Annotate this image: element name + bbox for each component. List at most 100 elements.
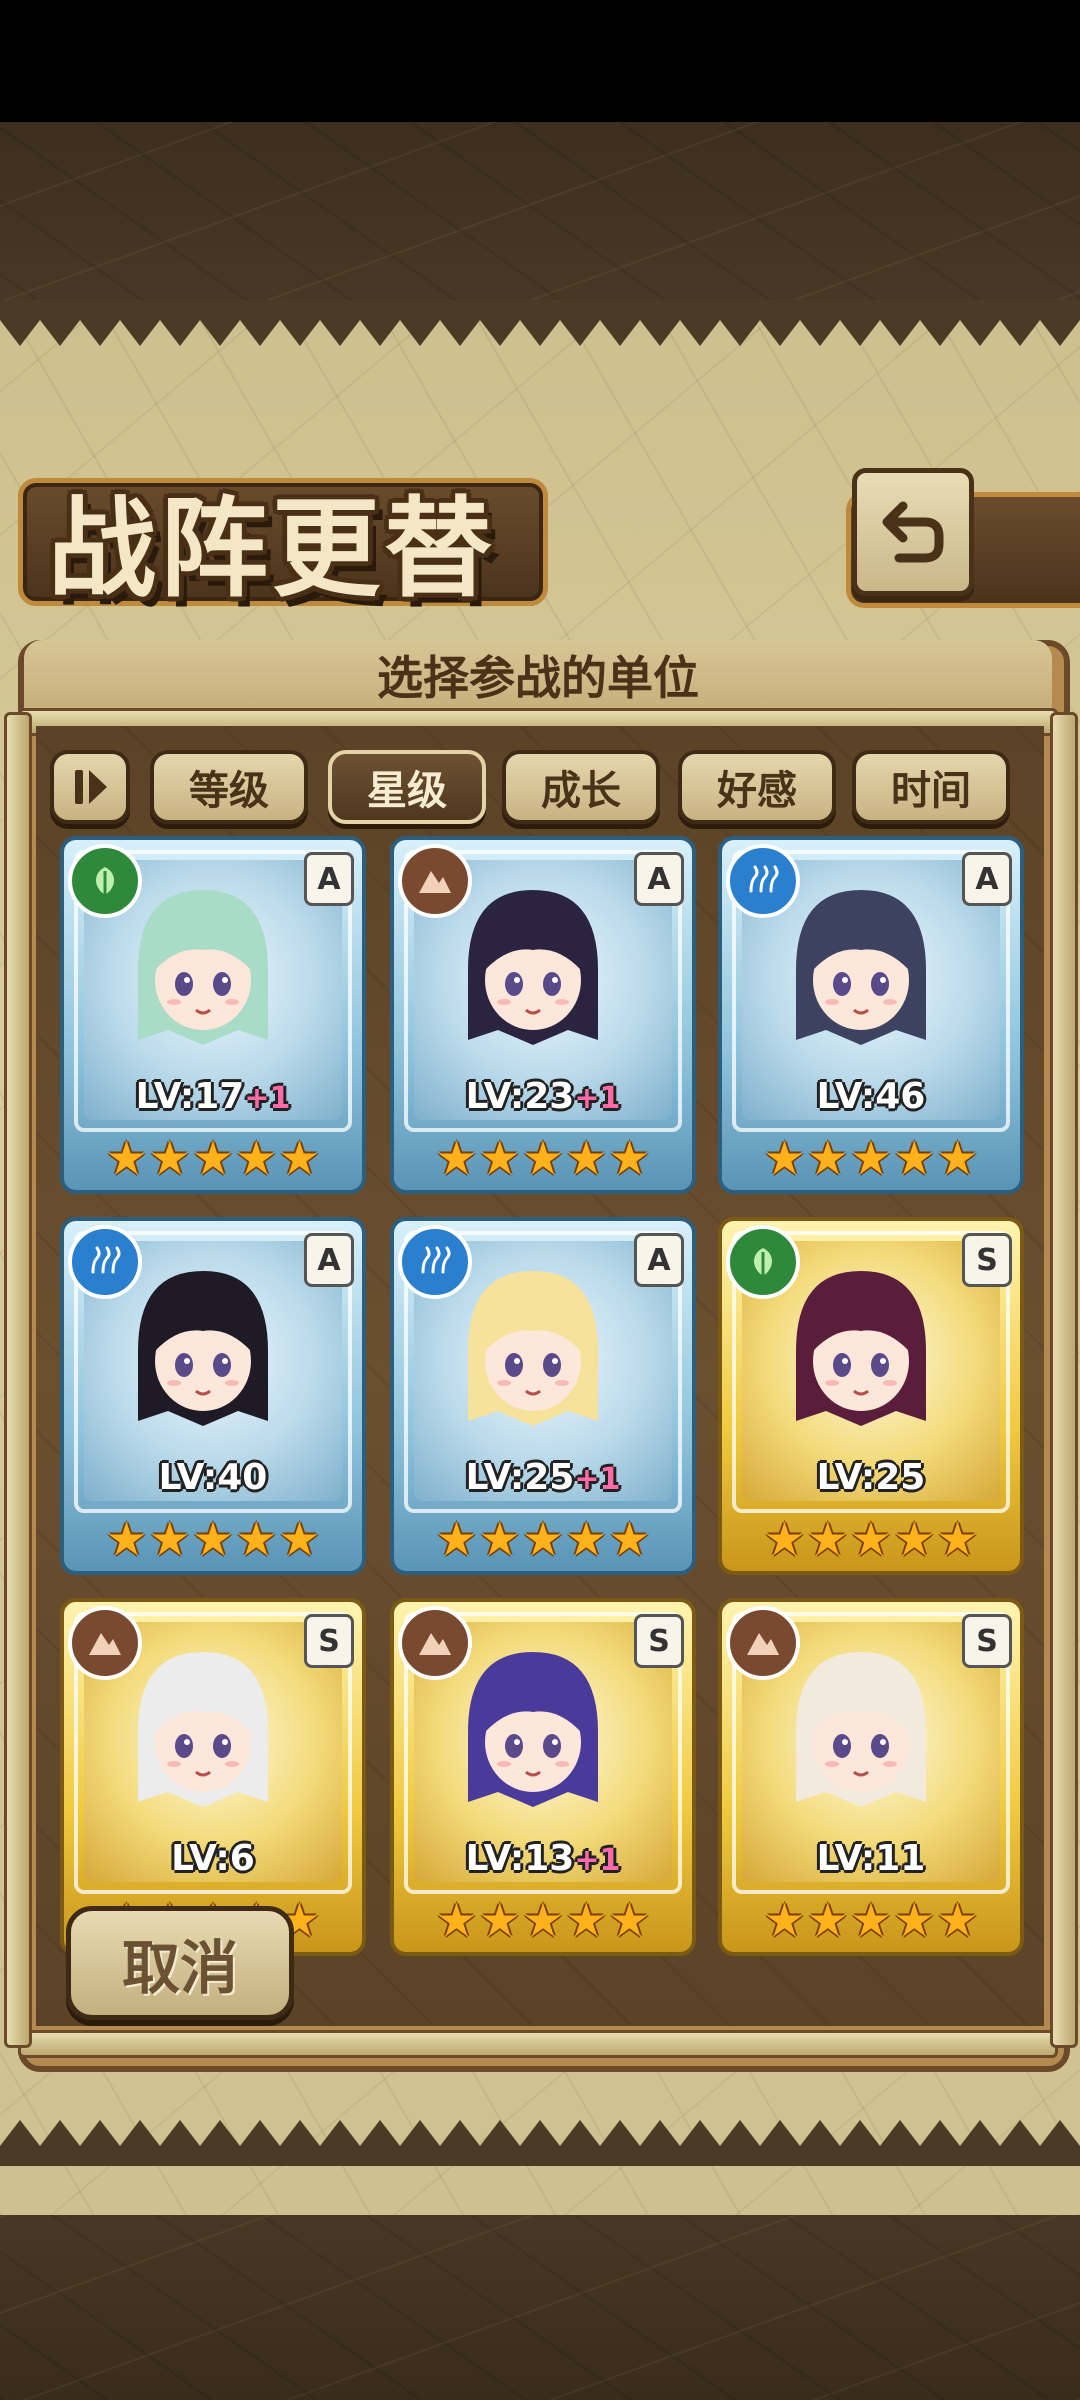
water-element-icon	[68, 1225, 142, 1299]
unit-level: LV:17+1	[64, 1076, 362, 1117]
star-icon: ★	[235, 1131, 277, 1185]
unit-level: LV:40	[64, 1457, 362, 1498]
star-rating: ★★★★★	[394, 1132, 692, 1184]
filter-level[interactable]: 等级	[150, 750, 308, 824]
star-icon: ★	[192, 1131, 234, 1185]
filter-affinity[interactable]: 好感	[678, 750, 836, 824]
unit-level: LV:25+1	[394, 1457, 692, 1498]
star-icon: ★	[608, 1893, 651, 1947]
unit-card[interactable]: A LV:40 ★ ★ ★ ★ ★	[60, 1217, 366, 1575]
star-rating: ★★★★★	[64, 1513, 362, 1565]
star-icon: ★	[807, 1893, 849, 1947]
unit-card[interactable]: A LV:23+1 ★ ★ ★ ★ ★	[390, 836, 696, 1194]
level-bonus: +1	[574, 1462, 621, 1497]
star-icon: ★	[565, 1893, 607, 1947]
pause-sort-icon	[75, 770, 107, 804]
zigzag-border-top	[0, 300, 1080, 346]
star-icon: ★	[936, 1893, 979, 1947]
star-icon: ★	[850, 1512, 892, 1566]
star-icon: ★	[936, 1512, 979, 1566]
star-icon: ★	[235, 1512, 277, 1566]
unit-card[interactable]: A LV:17+1 ★ ★ ★ ★ ★	[60, 836, 366, 1194]
unit-level: LV:46	[722, 1076, 1020, 1117]
unit-card[interactable]: SLV:6★★★★★	[60, 1598, 366, 1956]
star-icon: ★	[807, 1512, 849, 1566]
return-arrow-icon	[882, 501, 944, 563]
mountain-element-icon	[726, 1606, 800, 1680]
unit-card[interactable]: A LV:25+1 ★ ★ ★ ★ ★	[390, 1217, 696, 1575]
cancel-button[interactable]: 取消	[66, 1906, 294, 2020]
unit-level: LV:25	[722, 1457, 1020, 1498]
star-icon: ★	[192, 1512, 234, 1566]
rank-badge: S	[304, 1614, 354, 1668]
rank-badge: A	[634, 852, 684, 906]
star-icon: ★	[807, 1131, 849, 1185]
panel-rail-right	[1050, 712, 1078, 2048]
level-bonus: +1	[574, 1081, 621, 1116]
star-icon: ★	[278, 1512, 321, 1566]
rank-badge: S	[962, 1614, 1012, 1668]
level-bonus: +1	[244, 1081, 291, 1116]
star-icon: ★	[522, 1131, 564, 1185]
star-icon: ★	[850, 1893, 892, 1947]
star-rating: ★★★★★	[64, 1132, 362, 1184]
star-icon: ★	[608, 1131, 651, 1185]
back-button[interactable]	[852, 468, 974, 596]
mountain-element-icon	[398, 1606, 472, 1680]
star-rating: ★★★★★	[722, 1132, 1020, 1184]
star-icon: ★	[435, 1893, 478, 1947]
star-icon: ★	[893, 1131, 935, 1185]
level-text: LV:13	[465, 1838, 575, 1879]
unit-card[interactable]: S LV:13+1 ★ ★ ★ ★ ★	[390, 1598, 696, 1956]
star-icon: ★	[893, 1512, 935, 1566]
level-text: LV:46	[816, 1076, 926, 1117]
star-icon: ★	[435, 1512, 478, 1566]
level-text: LV:6	[171, 1838, 255, 1879]
leaf-element-icon	[68, 844, 142, 918]
panel-rail-left	[4, 712, 32, 2048]
level-text: LV:25	[816, 1457, 926, 1498]
unit-card[interactable]: S LV:11 ★ ★ ★ ★ ★	[718, 1598, 1024, 1956]
star-icon: ★	[936, 1131, 979, 1185]
unit-card[interactable]: A LV:46 ★ ★ ★ ★ ★	[718, 836, 1024, 1194]
level-bonus: +1	[574, 1843, 621, 1878]
sort-order-toggle[interactable]	[50, 750, 130, 824]
star-icon: ★	[850, 1131, 892, 1185]
leaf-element-icon	[726, 1225, 800, 1299]
star-rating: ★★★★★	[394, 1894, 692, 1946]
star-icon: ★	[608, 1512, 651, 1566]
star-icon: ★	[522, 1512, 564, 1566]
star-icon: ★	[479, 1131, 521, 1185]
star-icon: ★	[278, 1131, 321, 1185]
filter-star[interactable]: 星级	[328, 750, 486, 824]
level-text: LV:17	[135, 1076, 245, 1117]
star-icon: ★	[763, 1512, 806, 1566]
star-icon: ★	[565, 1131, 607, 1185]
filter-time[interactable]: 时间	[852, 750, 1010, 824]
unit-level: LV:13+1	[394, 1838, 692, 1879]
rank-badge: A	[304, 1233, 354, 1287]
filter-growth[interactable]: 成长	[502, 750, 660, 824]
mountain-element-icon	[398, 844, 472, 918]
star-icon: ★	[522, 1893, 564, 1947]
rank-badge: S	[962, 1233, 1012, 1287]
rank-badge: A	[304, 852, 354, 906]
star-icon: ★	[479, 1512, 521, 1566]
unit-card[interactable]: S LV:25 ★ ★ ★ ★ ★	[718, 1217, 1024, 1575]
panel-subtitle: 选择参战的单位	[24, 640, 1052, 710]
star-icon: ★	[149, 1512, 191, 1566]
star-icon: ★	[105, 1512, 148, 1566]
level-text: LV:40	[158, 1457, 268, 1498]
panel-rail-bottom	[18, 2030, 1058, 2058]
mountain-element-icon	[68, 1606, 142, 1680]
star-icon: ★	[435, 1131, 478, 1185]
star-icon: ★	[105, 1131, 148, 1185]
water-element-icon	[726, 844, 800, 918]
water-element-icon	[398, 1225, 472, 1299]
page-title: 战阵更替	[48, 486, 497, 612]
level-text: LV:11	[816, 1838, 926, 1879]
rank-badge: A	[634, 1233, 684, 1287]
star-icon: ★	[565, 1512, 607, 1566]
level-text: LV:25	[465, 1457, 575, 1498]
status-bar	[0, 0, 1080, 122]
